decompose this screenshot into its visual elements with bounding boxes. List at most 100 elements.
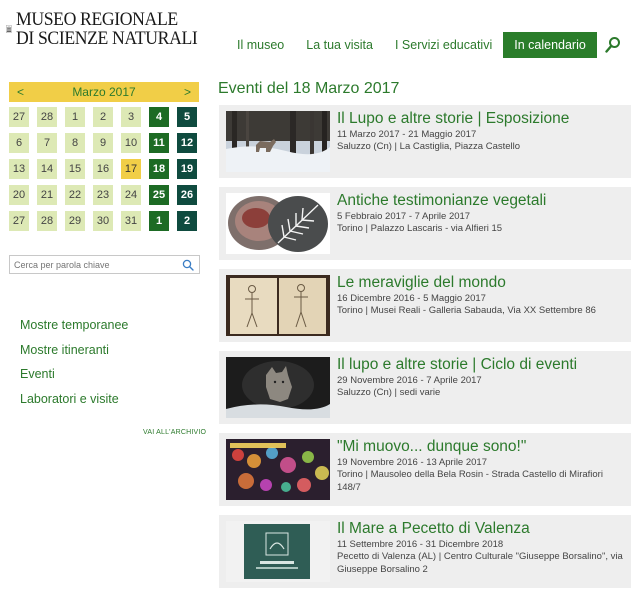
calendar-day[interactable]: 13 <box>9 159 29 179</box>
event-card[interactable]: Il Mare a Pecetto di Valenza 11 Settembr… <box>219 515 631 588</box>
sidebar-links: Mostre temporanee Mostre itineranti Even… <box>20 313 128 411</box>
calendar-day[interactable]: 6 <box>9 133 29 153</box>
calendar-day[interactable]: 5 <box>177 107 197 127</box>
event-title[interactable]: Il Lupo e altre storie | Esposizione <box>337 110 625 128</box>
search-icon[interactable] <box>605 36 621 54</box>
calendar-day[interactable]: 2 <box>93 107 113 127</box>
calendar-day[interactable]: 3 <box>121 107 141 127</box>
event-dates: 11 Marzo 2017 - 21 Maggio 2017 <box>337 129 477 140</box>
calendar-day[interactable]: 25 <box>149 185 169 205</box>
sidebar-item-laboratori-visite[interactable]: Laboratori e visite <box>20 387 128 412</box>
calendar-day[interactable]: 12 <box>177 133 197 153</box>
page: MUSEO REGIONALE DI SCIENZE NATURALI Il m… <box>0 0 640 599</box>
event-card[interactable]: Il lupo e altre storie | Ciclo di eventi… <box>219 351 631 424</box>
calendar-day[interactable]: 29 <box>65 211 85 231</box>
calendar-day[interactable]: 31 <box>121 211 141 231</box>
calendar-day[interactable]: 17 <box>121 159 141 179</box>
museum-logo[interactable]: MUSEO REGIONALE DI SCIENZE NATURALI <box>6 5 211 53</box>
calendar-day[interactable]: 22 <box>65 185 85 205</box>
event-card[interactable]: "Mi muovo... dunque sono!" 19 Novembre 2… <box>219 433 631 506</box>
calendar-day[interactable]: 16 <box>93 159 113 179</box>
calendar-day[interactable]: 1 <box>65 107 85 127</box>
keyword-search <box>9 255 200 274</box>
calendar-day[interactable]: 28 <box>37 107 57 127</box>
main-nav: Il museo La tua visita I Servizi educati… <box>226 32 621 58</box>
sidebar-item-mostre-itineranti[interactable]: Mostre itineranti <box>20 338 128 363</box>
calendar-day[interactable]: 27 <box>9 211 29 231</box>
logo-line-2: DI SCIENZE NATURALI <box>15 28 198 49</box>
event-dates: 29 Novembre 2016 - 7 Aprile 2017 <box>337 375 482 386</box>
il-mare-poster-image <box>226 521 330 582</box>
museum-building-icon <box>6 25 12 33</box>
search-input[interactable] <box>10 256 180 273</box>
event-card[interactable]: Le meraviglie del mondo 16 Dicembre 2016… <box>219 269 631 342</box>
event-thumbnail <box>226 193 330 254</box>
event-title[interactable]: Le meraviglie del mondo <box>337 274 625 292</box>
anatomy-book-image <box>226 275 330 336</box>
wolf-snow-image <box>226 111 330 172</box>
calendar-day[interactable]: 9 <box>93 133 113 153</box>
event-place: Pecetto di Valenza (AL) | Centro Cultura… <box>337 551 623 575</box>
event-place: Torino | Musei Reali - Galleria Sabauda,… <box>337 305 596 316</box>
calendar-day[interactable]: 14 <box>37 159 57 179</box>
bokeh-lights-image <box>226 439 330 500</box>
calendar-day[interactable]: 15 <box>65 159 85 179</box>
event-card[interactable]: Il Lupo e altre storie | Esposizione 11 … <box>219 105 631 178</box>
calendar-day[interactable]: 20 <box>9 185 29 205</box>
calendar-day[interactable]: 8 <box>65 133 85 153</box>
calendar-day[interactable]: 10 <box>121 133 141 153</box>
calendar-day[interactable]: 28 <box>37 211 57 231</box>
event-body: Le meraviglie del mondo 16 Dicembre 2016… <box>337 274 625 318</box>
event-card[interactable]: Antiche testimonianze vegetali 5 Febbrai… <box>219 187 631 260</box>
event-place: Saluzzo (Cn) | sedi varie <box>337 387 441 398</box>
event-thumbnail <box>226 275 330 336</box>
event-body: Il lupo e altre storie | Ciclo di eventi… <box>337 356 625 400</box>
logo-line-1: MUSEO REGIONALE <box>15 9 178 30</box>
event-place: Saluzzo (Cn) | La Castiglia, Piazza Cast… <box>337 141 521 152</box>
event-body: Il Lupo e altre storie | Esposizione 11 … <box>337 110 625 154</box>
calendar-day[interactable]: 1 <box>149 211 169 231</box>
calendar-day[interactable]: 2 <box>177 211 197 231</box>
nav-in-calendario[interactable]: In calendario <box>503 32 597 58</box>
nav-servizi-educativi[interactable]: I Servizi educativi <box>384 32 503 58</box>
event-dates: 5 Febbraio 2017 - 7 Aprile 2017 <box>337 211 471 222</box>
event-title[interactable]: Il Mare a Pecetto di Valenza <box>337 520 625 538</box>
event-place: Torino | Mausoleo della Bela Rosin - Str… <box>337 469 603 493</box>
calendar-day[interactable]: 11 <box>149 133 169 153</box>
event-thumbnail <box>226 521 330 582</box>
event-dates: 16 Dicembre 2016 - 5 Maggio 2017 <box>337 293 486 304</box>
event-body: "Mi muovo... dunque sono!" 19 Novembre 2… <box>337 438 625 494</box>
event-thumbnail <box>226 439 330 500</box>
calendar-day[interactable]: 26 <box>177 185 197 205</box>
calendar-next-button[interactable]: > <box>184 85 191 99</box>
calendar-day[interactable]: 30 <box>93 211 113 231</box>
event-thumbnail <box>226 357 330 418</box>
mini-calendar: < Marzo 2017 > 27 28 1 2 3 4 5 6 7 8 9 10 11 12 13 14 15… <box>9 82 199 231</box>
wolf-rocks-image <box>226 357 330 418</box>
sidebar-item-mostre-temporanee[interactable]: Mostre temporanee <box>20 313 128 338</box>
nav-la-tua-visita[interactable]: La tua visita <box>295 32 384 58</box>
calendar-day[interactable]: 18 <box>149 159 169 179</box>
calendar-day[interactable]: 21 <box>37 185 57 205</box>
page-title: Eventi del 18 Marzo 2017 <box>218 80 400 97</box>
nav-il-museo[interactable]: Il museo <box>226 32 295 58</box>
sidebar-item-eventi[interactable]: Eventi <box>20 362 128 387</box>
event-title[interactable]: Antiche testimonianze vegetali <box>337 192 625 210</box>
event-body: Il Mare a Pecetto di Valenza 11 Settembr… <box>337 520 625 576</box>
archive-link[interactable]: VAI ALL'ARCHIVIO <box>143 429 206 436</box>
event-title[interactable]: Il lupo e altre storie | Ciclo di eventi <box>337 356 625 374</box>
calendar-day[interactable]: 23 <box>93 185 113 205</box>
event-dates: 11 Settembre 2016 - 31 Dicembre 2018 <box>337 539 504 550</box>
calendar-day[interactable]: 4 <box>149 107 169 127</box>
calendar-day[interactable]: 7 <box>37 133 57 153</box>
plant-fossils-image <box>226 193 330 254</box>
calendar-day[interactable]: 19 <box>177 159 197 179</box>
magnifier-icon[interactable] <box>182 259 194 271</box>
calendar-day[interactable]: 24 <box>121 185 141 205</box>
event-dates: 19 Novembre 2016 - 13 Aprile 2017 <box>337 457 487 468</box>
event-title[interactable]: "Mi muovo... dunque sono!" <box>337 438 625 456</box>
calendar-day[interactable]: 27 <box>9 107 29 127</box>
calendar-prev-button[interactable]: < <box>17 85 24 99</box>
calendar-month-label: Marzo 2017 <box>72 85 136 99</box>
calendar-header: < Marzo 2017 > <box>9 82 199 102</box>
